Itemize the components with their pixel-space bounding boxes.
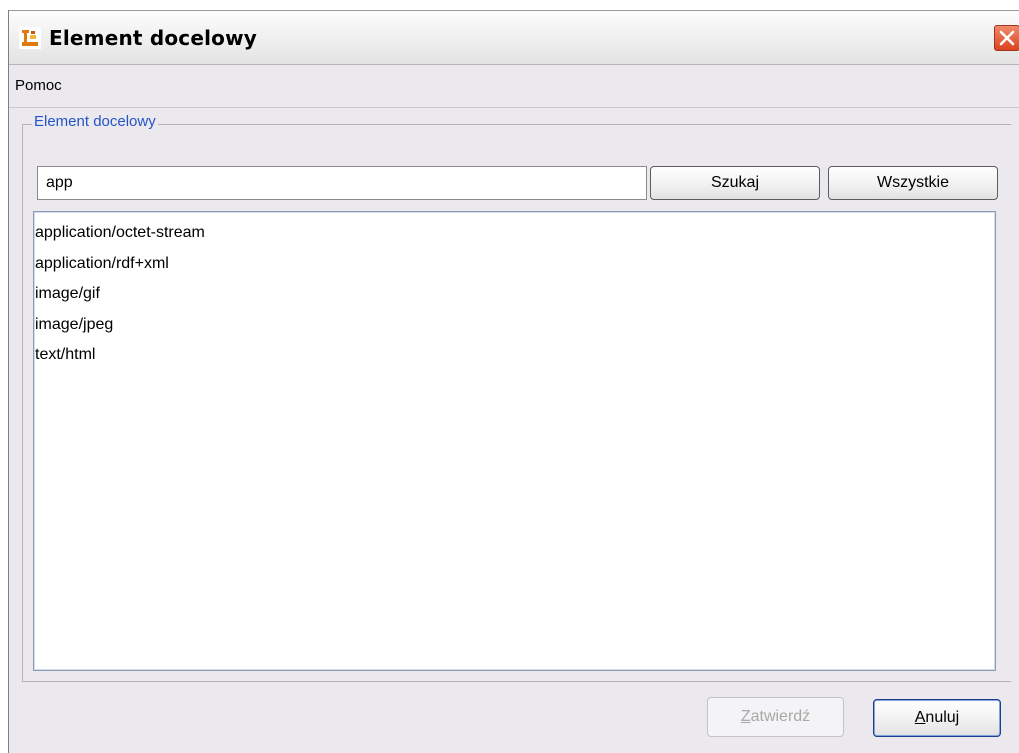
list-item[interactable]: text/html <box>34 340 995 371</box>
title-bar[interactable]: Element docelowy <box>9 10 1019 65</box>
window-title: Element docelowy <box>49 26 258 50</box>
cancel-mnemonic: A <box>914 709 926 726</box>
app-logo-icon <box>19 27 41 49</box>
menu-item-help[interactable]: Pomoc <box>13 77 64 94</box>
search-input[interactable] <box>37 166 647 200</box>
list-item[interactable]: application/octet-stream <box>34 218 995 249</box>
confirm-button[interactable]: Zatwierdź <box>707 697 844 737</box>
confirm-mnemonic: Z <box>740 708 751 725</box>
list-item[interactable]: application/rdf+xml <box>34 249 995 280</box>
list-item[interactable]: image/gif <box>34 279 995 310</box>
confirm-label-rest: atwierdź <box>750 708 811 725</box>
list-item[interactable]: image/jpeg <box>34 310 995 341</box>
cancel-button[interactable]: Anuluj <box>873 699 1001 737</box>
results-list[interactable]: application/octet-stream application/rdf… <box>33 211 996 671</box>
group-title: Element docelowy <box>32 113 158 130</box>
close-button[interactable] <box>994 25 1019 51</box>
show-all-button[interactable]: Wszystkie <box>828 166 998 200</box>
menu-bar: Pomoc <box>9 66 1019 108</box>
search-button[interactable]: Szukaj <box>650 166 820 200</box>
cancel-label-rest: nuluj <box>925 709 960 726</box>
